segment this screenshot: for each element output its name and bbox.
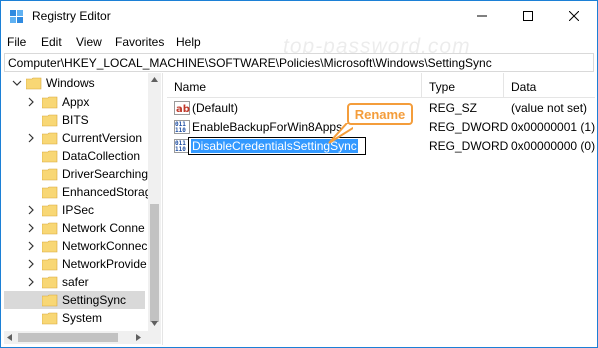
tree-item-system[interactable]: System (4, 309, 145, 327)
value-name: (Default) (192, 101, 239, 115)
chevron-right-icon[interactable] (26, 96, 36, 108)
value-name: EnableBackupForWin8Apps (192, 120, 343, 134)
maximize-button[interactable] (505, 1, 551, 32)
maximize-icon (523, 11, 533, 21)
column-header-name[interactable]: Name (174, 80, 206, 94)
tree-label: BITS (62, 113, 89, 127)
string-value-icon: ab (174, 101, 190, 115)
tree-label: Windows (46, 76, 95, 90)
folder-icon (42, 132, 58, 145)
column-divider[interactable] (503, 73, 504, 98)
svg-text:110: 110 (175, 127, 186, 134)
tree-label: SettingSync (62, 293, 127, 307)
tree-label: Network Conne (62, 221, 145, 235)
tree-item-datacollection[interactable]: DataCollection (4, 147, 145, 165)
folder-icon (42, 276, 58, 289)
scrollbar-thumb[interactable] (18, 333, 118, 342)
scroll-right-arrow-icon[interactable] (136, 334, 141, 341)
folder-icon (42, 204, 58, 217)
menu-file[interactable]: File (7, 35, 26, 49)
chevron-right-icon[interactable] (26, 240, 36, 252)
tree-label: EnhancedStorag (62, 185, 152, 199)
address-path: Computer\HKEY_LOCAL_MACHINE\SOFTWARE\Pol… (8, 56, 492, 70)
tree-item-safer[interactable]: safer (4, 273, 145, 291)
chevron-right-icon[interactable] (26, 276, 36, 288)
tree-item-networkprovide[interactable]: NetworkProvide (4, 255, 147, 273)
column-header-data[interactable]: Data (511, 80, 536, 94)
menu-help[interactable]: Help (176, 35, 201, 49)
svg-text:ab: ab (176, 104, 190, 115)
chevron-right-icon[interactable] (26, 258, 36, 270)
svg-text:110: 110 (175, 146, 186, 153)
tree-item-appx[interactable]: Appx (4, 93, 145, 111)
minimize-button[interactable] (459, 1, 505, 32)
tree-horizontal-scrollbar[interactable] (4, 331, 161, 344)
tree-item-bits[interactable]: BITS (4, 111, 145, 129)
folder-icon (42, 258, 58, 271)
folder-icon (42, 222, 58, 235)
folder-icon (42, 114, 58, 127)
chevron-right-icon[interactable] (26, 204, 36, 216)
tree-item-enhancedstorage[interactable]: EnhancedStorag (4, 183, 151, 201)
value-data: 0x00000001 (1) (511, 120, 596, 134)
tree-item-driversearching[interactable]: DriverSearching (4, 165, 149, 183)
folder-icon (42, 294, 58, 307)
close-button[interactable] (551, 1, 597, 32)
rename-callout: Rename (347, 103, 413, 125)
menu-view[interactable]: View (76, 35, 102, 49)
list-header: Name Type Data (167, 73, 595, 98)
tree-label: System (62, 311, 103, 325)
dword-value-icon: 011 110 (174, 120, 190, 134)
value-type: REG_DWORD (429, 120, 509, 134)
tree-vertical-scrollbar[interactable] (148, 73, 161, 331)
folder-icon (26, 77, 42, 90)
folder-icon (42, 312, 58, 325)
scroll-left-arrow-icon[interactable] (7, 334, 12, 341)
folder-icon (42, 168, 58, 181)
chevron-right-icon[interactable] (26, 222, 36, 234)
key-tree[interactable]: Windows Appx BITS CurrentVersion DataCol… (4, 73, 161, 331)
menu-favorites[interactable]: Favorites (115, 35, 164, 49)
folder-icon (42, 240, 58, 253)
tree-item-network-conne[interactable]: Network Conne (4, 219, 145, 237)
value-type: REG_DWORD (429, 139, 509, 153)
tree-item-networkconnec[interactable]: NetworkConnec (4, 237, 148, 255)
chevron-right-icon[interactable] (26, 132, 36, 144)
scrollbar-thumb[interactable] (150, 204, 159, 322)
tree-label: safer (62, 275, 89, 289)
column-header-type[interactable]: Type (429, 80, 455, 94)
tree-label: DriverSearching (62, 167, 149, 181)
menu-edit[interactable]: Edit (41, 35, 62, 49)
value-data: 0x00000000 (0) (511, 139, 596, 153)
tree-item-windows[interactable]: Windows (4, 74, 145, 92)
folder-icon (42, 186, 58, 199)
title-bar[interactable]: Registry Editor (1, 1, 597, 32)
callout-label: Rename (354, 107, 406, 122)
tree-label: NetworkConnec (62, 239, 148, 253)
registry-editor-window: Registry Editor File Edit View Favorites… (0, 0, 598, 348)
tree-label: NetworkProvide (62, 257, 147, 271)
value-type: REG_SZ (429, 101, 478, 115)
tree-label: Appx (62, 95, 90, 109)
close-icon (569, 11, 579, 21)
value-data: (value not set) (511, 101, 588, 115)
address-bar[interactable]: Computer\HKEY_LOCAL_MACHINE\SOFTWARE\Pol… (4, 53, 594, 72)
tree-label: IPSec (62, 203, 95, 217)
folder-icon (42, 96, 58, 109)
tree-item-ipsec[interactable]: IPSec (4, 201, 145, 219)
folder-icon (42, 150, 58, 163)
registry-editor-icon (10, 10, 23, 23)
tree-label: CurrentVersion (62, 131, 143, 145)
scroll-down-arrow-icon[interactable] (151, 321, 158, 326)
callout-pointer (328, 123, 353, 144)
window-title: Registry Editor (32, 9, 111, 23)
pane-splitter[interactable] (162, 73, 166, 345)
tree-item-currentversion[interactable]: CurrentVersion (4, 129, 145, 147)
chevron-down-icon[interactable] (12, 77, 22, 89)
tree-label: DataCollection (62, 149, 141, 163)
column-divider[interactable] (421, 73, 422, 98)
scroll-up-arrow-icon[interactable] (151, 77, 158, 82)
minimize-icon (477, 15, 487, 17)
tree-item-settingsync[interactable]: SettingSync (4, 291, 145, 309)
